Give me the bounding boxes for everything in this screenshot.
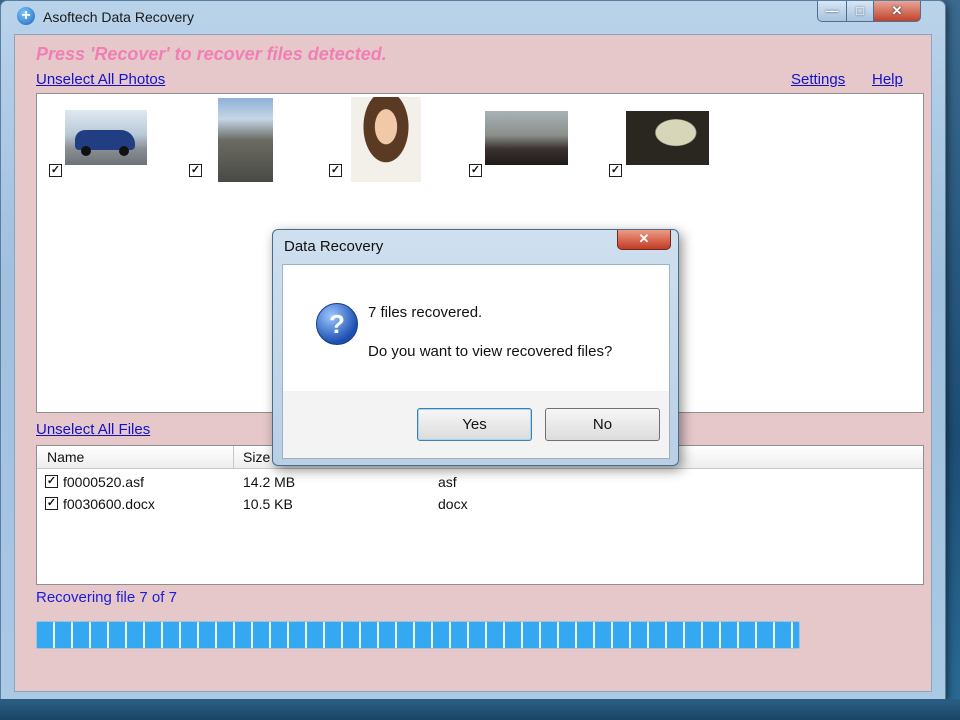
instruction-text: Press 'Recover' to recover files detecte… [36,44,387,64]
help-link[interactable]: Help [872,71,903,88]
file-size: 10.5 KB [243,496,293,512]
column-header-name[interactable]: Name [47,449,84,465]
minimize-button[interactable]: — [817,1,847,22]
yes-button[interactable]: Yes [417,408,532,441]
file-type: docx [438,496,468,512]
unselect-all-photos-link[interactable]: Unselect All Photos [36,71,165,88]
file-name: f0030600.docx [63,496,155,512]
column-header-size[interactable]: Size [243,449,270,465]
photo-checkbox[interactable]: ✓ [469,164,482,177]
file-size: 14.2 MB [243,474,296,490]
file-row[interactable]: ✓ f0000520.asf 14.2 MB asf [37,471,923,493]
photo-thumbnail-car[interactable] [65,110,147,165]
photo-thumbnail-group[interactable] [485,111,568,165]
photo-checkbox[interactable]: ✓ [49,164,62,177]
question-icon: ? [316,303,358,345]
app-icon: + [17,7,35,25]
maximize-button[interactable]: □ [846,1,874,22]
status-text: Recovering file 7 of 7 [36,589,177,606]
photo-checkbox[interactable]: ✓ [329,164,342,177]
photo-thumbnail-mountain[interactable] [218,98,273,182]
photo-checkbox[interactable]: ✓ [189,164,202,177]
file-name: f0000520.asf [63,474,144,490]
window-title: Asoftech Data Recovery [43,9,194,25]
dialog-message-count: 7 files recovered. [368,304,483,321]
recovery-dialog: Data Recovery ✕ ? 7 files recovered. Do … [272,229,679,466]
file-checkbox[interactable]: ✓ [45,497,58,510]
close-button[interactable]: ✕ [873,1,921,22]
file-row[interactable]: ✓ f0030600.docx 10.5 KB docx [37,493,923,515]
dialog-title: Data Recovery [284,238,384,255]
settings-link[interactable]: Settings [791,71,845,88]
dialog-body: ? 7 files recovered. Do you want to view… [282,264,670,459]
title-bar[interactable]: + Asoftech Data Recovery — □ ✕ [1,1,945,33]
progress-bar [36,621,800,649]
file-list: Name Size ✓ f0000520.asf 14.2 MB asf ✓ f… [36,445,924,585]
dialog-message-area: ? 7 files recovered. Do you want to view… [283,265,669,391]
photo-thumbnail-presentation[interactable] [626,111,709,165]
file-checkbox[interactable]: ✓ [45,475,58,488]
unselect-all-files-link[interactable]: Unselect All Files [36,421,150,438]
file-type: asf [438,474,457,490]
desktop-background [0,699,960,720]
no-button[interactable]: No [545,408,660,441]
photo-checkbox[interactable]: ✓ [609,164,622,177]
dialog-message-question: Do you want to view recovered files? [368,343,613,360]
dialog-close-button[interactable]: ✕ [617,230,671,250]
photo-thumbnail-portrait[interactable] [351,97,421,182]
